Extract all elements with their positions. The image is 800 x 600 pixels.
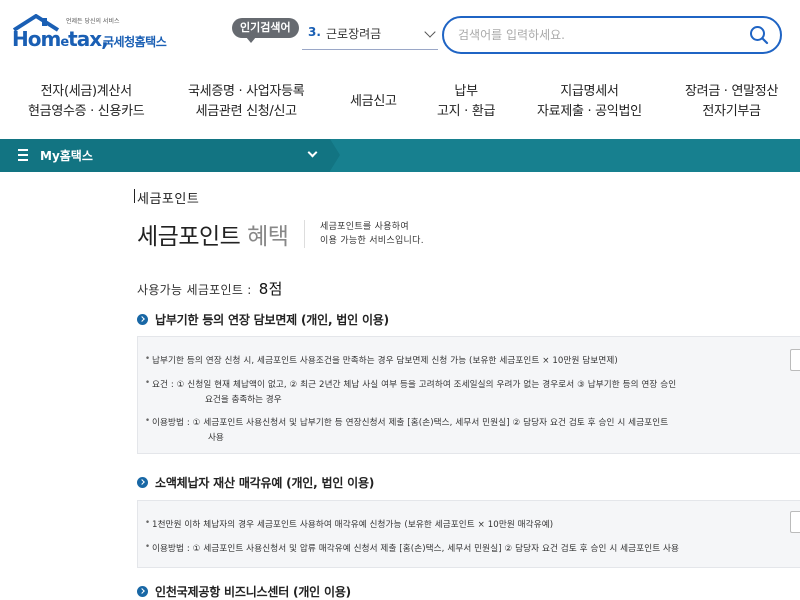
- popular-search-dropdown[interactable]: 3. 근로장려금: [302, 22, 438, 50]
- nav-certificates[interactable]: 국세증명 · 사업자등록 세금관련 신청/신고: [188, 82, 305, 122]
- page-description: 세금포인트를 사용하여 이용 가능한 서비스입니다.: [320, 220, 424, 248]
- info-box: 납부기한 등의 연장 신청 시, 세금포인트 사용조건을 만족하는 경우 담보면…: [137, 336, 800, 454]
- logo-korean-name: 국세청홈택스: [103, 35, 167, 49]
- circle-arrow-icon: [137, 477, 148, 488]
- page-title-main: 세금포인트: [137, 224, 241, 250]
- title-divider: [304, 220, 305, 248]
- side-toggle-button[interactable]: [790, 349, 800, 371]
- popular-term[interactable]: 근로장려금: [326, 25, 381, 42]
- section-title: 납부기한 등의 연장 담보면제 (개인, 법인 이용): [155, 313, 389, 327]
- nav-label-line2: 자료제출 · 공익법인: [537, 104, 642, 119]
- menu-icon[interactable]: [18, 149, 28, 161]
- nav-label-line1: 지급명세서: [560, 84, 619, 99]
- page-title: 세금포인트 혜택: [137, 217, 289, 251]
- info-line: 이용방법 : ① 세금포인트 사용신청서 및 납부기한 등 연장신청서 제출 […: [145, 416, 668, 428]
- section-title: 소액체납자 재산 매각유예 (개인, 법인 이용): [155, 476, 375, 490]
- nav-payment[interactable]: 납부 고지 · 환급: [437, 82, 495, 122]
- section-heading: 인천국제공항 비즈니스센터 (개인 이용): [137, 583, 351, 600]
- section-heading: 소액체납자 재산 매각유예 (개인, 법인 이용): [137, 474, 374, 491]
- info-line: 요건 : ① 신청일 현재 체납액이 없고, ② 최근 2년간 체납 사실 여부…: [145, 378, 676, 390]
- nav-label-line1: 세금신고: [350, 94, 397, 109]
- nav-label-line1: 납부: [454, 84, 478, 99]
- nav-label-line1: 장려금 · 연말정산: [685, 84, 779, 99]
- circle-arrow-icon: [137, 314, 148, 325]
- main-navigation: 전자(세금)계산서 현금영수증 · 신용카드 국세증명 · 사업자등록 세금관련…: [0, 78, 800, 134]
- description-line: 세금포인트를 사용하여: [320, 222, 409, 232]
- available-points: 사용가능 세금포인트 : 8점: [137, 278, 283, 299]
- breadcrumb: 세금포인트: [133, 188, 199, 207]
- info-line: 납부기한 등의 연장 신청 시, 세금포인트 사용조건을 만족하는 경우 담보면…: [145, 354, 618, 366]
- nav-label-line2: 세금관련 신청/신고: [195, 104, 298, 119]
- nav-tax-filing[interactable]: 세금신고: [350, 92, 397, 112]
- nav-e-invoice[interactable]: 전자(세금)계산서 현금영수증 · 신용카드: [28, 82, 145, 122]
- logo-tagline: 언제든 당신의 서비스: [66, 18, 120, 25]
- page-title-sub: 혜택: [247, 224, 289, 250]
- header: 언제든 당신의 서비스 Hometax, 국세청홈택스 인기검색어 3. 근로장…: [0, 0, 800, 70]
- nav-incentives[interactable]: 장려금 · 연말정산 전자기부금: [685, 82, 778, 122]
- points-label: 사용가능 세금포인트 :: [137, 283, 252, 297]
- info-line: 1천만원 이하 체납자의 경우 세금포인트 사용하여 매각유예 신청가능 (보유…: [145, 518, 553, 530]
- popular-search-label: 인기검색어: [232, 18, 299, 43]
- search-icon[interactable]: [748, 24, 770, 46]
- nav-label-line1: 국세증명 · 사업자등록: [188, 84, 305, 99]
- section-heading: 납부기한 등의 연장 담보면제 (개인, 법인 이용): [137, 311, 389, 328]
- nav-label-line2: 고지 · 환급: [437, 104, 496, 119]
- search-input[interactable]: [458, 26, 738, 44]
- search-box: [442, 16, 782, 54]
- nav-label-line1: 전자(세금)계산서: [40, 84, 132, 99]
- chevron-down-icon[interactable]: [307, 147, 318, 158]
- info-line-continued: 사용: [208, 433, 224, 443]
- nav-label-line2: 전자기부금: [702, 104, 761, 119]
- popular-rank: 3.: [308, 25, 321, 39]
- section-title: 인천국제공항 비즈니스센터 (개인 이용): [155, 585, 351, 599]
- my-hometax-bar: My홈택스: [0, 139, 800, 172]
- nav-payment-statement[interactable]: 지급명세서 자료제출 · 공익법인: [537, 82, 642, 122]
- hometax-logo[interactable]: 언제든 당신의 서비스 Hometax, 국세청홈택스: [12, 14, 187, 56]
- info-box: 1천만원 이하 체납자의 경우 세금포인트 사용하여 매각유예 신청가능 (보유…: [137, 500, 800, 568]
- chevron-down-icon[interactable]: [424, 26, 436, 38]
- side-toggle-button[interactable]: [790, 511, 800, 533]
- my-hometax-menu[interactable]: My홈택스: [0, 139, 340, 172]
- description-line: 이용 가능한 서비스입니다.: [320, 236, 424, 246]
- my-hometax-label[interactable]: My홈택스: [40, 147, 93, 164]
- nav-label-line2: 현금영수증 · 신용카드: [28, 104, 145, 119]
- logo-wordmark: Hometax,: [12, 27, 109, 51]
- info-line: 이용방법 : ① 세금포인트 사용신청서 및 압류 매각유예 신청서 제출 [홈…: [145, 542, 679, 554]
- points-value: 8점: [258, 280, 283, 298]
- circle-arrow-icon: [137, 586, 148, 597]
- info-line-continued: 요건을 충족하는 경우: [205, 395, 282, 405]
